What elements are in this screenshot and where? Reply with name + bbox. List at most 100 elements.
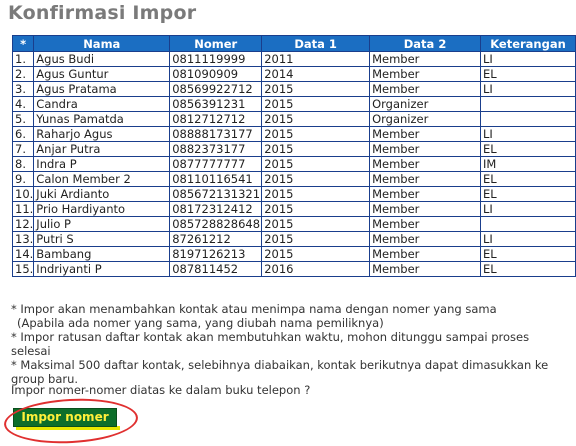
table-row: 4. Candra 0856391231 2015 Organizer (11, 96, 576, 112)
row-nama: Yunas Pamatda (33, 111, 171, 127)
column-header-data-2: Data 2 (369, 35, 481, 52)
row-data-1: 2016 (261, 261, 371, 277)
row-nomer: 8197126213 (169, 246, 263, 262)
table-row: 15. Indriyanti P 087811452 2016 Member EL (11, 261, 576, 277)
row-nama: Indra P (33, 156, 171, 172)
row-index: 4. (11, 96, 35, 112)
row-keterangan: LI (480, 231, 576, 247)
row-keterangan: EL (480, 171, 576, 187)
table-row: 10. Juki Ardianto 085672131321 2015 Member EL (11, 186, 576, 202)
row-nama: Putri S (33, 231, 171, 247)
table-row: 6. Raharjo Agus 08888173177 2015 Member LI (11, 126, 576, 142)
note-2: * Impor ratusan daftar kontak akan membu… (11, 330, 530, 358)
row-data-2: Member (369, 51, 481, 67)
row-index: 1. (11, 51, 35, 67)
contacts-table: * Nama Nomer Data 1 Data 2 Keterangan 1.… (11, 35, 576, 277)
note-1-detail: (Apabila ada nomer yang sama, yang diuba… (17, 316, 384, 330)
column-header-keterangan: Keterangan (480, 35, 576, 52)
row-keterangan (480, 111, 576, 127)
row-nama: Raharjo Agus (33, 126, 171, 142)
row-nomer: 87261212 (169, 231, 263, 247)
row-nama: Anjar Putra (33, 141, 171, 157)
row-index: 8. (11, 156, 35, 172)
table-row: 7. Anjar Putra 0882373177 2015 Member EL (11, 141, 576, 157)
row-data-1: 2015 (261, 141, 371, 157)
row-index: 7. (11, 141, 35, 157)
row-data-1: 2015 (261, 246, 371, 262)
import-question: Impor nomer-nomer diatas ke dalam buku t… (11, 383, 311, 397)
row-index: 11. (11, 201, 35, 217)
row-index: 12. (11, 216, 35, 232)
table-row: 12. Julio P 085728828648 2015 Member (11, 216, 576, 232)
row-data-2: Member (369, 186, 481, 202)
row-data-1: 2014 (261, 66, 371, 82)
row-data-1: 2015 (261, 126, 371, 142)
row-data-1: 2015 (261, 81, 371, 97)
row-nama: Agus Budi (33, 51, 171, 67)
row-nomer: 0811119999 (169, 51, 263, 67)
table-row: 5. Yunas Pamatda 0812712712 2015 Organizer (11, 111, 576, 127)
row-data-1: 2015 (261, 171, 371, 187)
row-data-2: Member (369, 141, 481, 157)
table-row: 1. Agus Budi 0811119999 2011 Member LI (11, 51, 576, 67)
column-header-index: * (11, 35, 35, 52)
row-data-1: 2015 (261, 156, 371, 172)
table-row: 8. Indra P 0877777777 2015 Member IM (11, 156, 576, 172)
table-row: 9. Calon Member 2 08110116541 2015 Member EL (11, 171, 576, 187)
row-data-2: Member (369, 201, 481, 217)
row-data-2: Member (369, 156, 481, 172)
row-index: 3. (11, 81, 35, 97)
row-index: 15. (11, 261, 35, 277)
row-keterangan: LI (480, 126, 576, 142)
row-keterangan: EL (480, 186, 576, 202)
page-title: Konfirmasi Impor (8, 2, 197, 24)
row-data-2: Member (369, 126, 481, 142)
row-data-2: Member (369, 216, 481, 232)
row-nomer: 08569922712 (169, 81, 263, 97)
row-nomer: 085728828648 (169, 216, 263, 232)
row-nomer: 08110116541 (169, 171, 263, 187)
row-nomer: 0877777777 (169, 156, 263, 172)
row-data-2: Member (369, 246, 481, 262)
table-row: 13. Putri S 87261212 2015 Member LI (11, 231, 576, 247)
row-data-2: Organizer (369, 111, 481, 127)
row-keterangan: EL (480, 261, 576, 277)
row-nomer: 0812712712 (169, 111, 263, 127)
row-nama: Juki Ardianto (33, 186, 171, 202)
row-nomer: 085672131321 (169, 186, 263, 202)
row-keterangan: EL (480, 246, 576, 262)
row-nama: Agus Pratama (33, 81, 171, 97)
row-keterangan: EL (480, 141, 576, 157)
row-nomer: 081090909 (169, 66, 263, 82)
table-row: 14. Bambang 8197126213 2015 Member EL (11, 246, 576, 262)
table-row: 3. Agus Pratama 08569922712 2015 Member LI (11, 81, 576, 97)
row-nomer: 0856391231 (169, 96, 263, 112)
column-header-nama: Nama (33, 35, 171, 52)
table-row: 2. Agus Guntur 081090909 2014 Member EL (11, 66, 576, 82)
row-nama: Julio P (33, 216, 171, 232)
note-1: * Impor akan menambahkan kontak atau men… (11, 302, 497, 316)
row-nama: Candra (33, 96, 171, 112)
note-3: * Maksimal 500 daftar kontak, selebihnya… (11, 358, 549, 386)
table-header-row: * Nama Nomer Data 1 Data 2 Keterangan (11, 35, 576, 52)
row-data-2: Member (369, 171, 481, 187)
row-data-1: 2015 (261, 111, 371, 127)
row-keterangan: LI (480, 81, 576, 97)
row-index: 9. (11, 171, 35, 187)
row-index: 13. (11, 231, 35, 247)
row-data-1: 2015 (261, 216, 371, 232)
row-index: 10. (11, 186, 35, 202)
row-nomer: 08888173177 (169, 126, 263, 142)
row-index: 5. (11, 111, 35, 127)
row-data-2: Member (369, 231, 481, 247)
column-header-nomer: Nomer (169, 35, 263, 52)
import-notes: * Impor akan menambahkan kontak atau men… (11, 302, 571, 386)
row-nama: Calon Member 2 (33, 171, 171, 187)
row-keterangan (480, 216, 576, 232)
row-nomer: 087811452 (169, 261, 263, 277)
column-header-data-1: Data 1 (261, 35, 371, 52)
row-keterangan: IM (480, 156, 576, 172)
table-row: 11. Prio Hardiyanto 08172312412 2015 Member L… (11, 201, 576, 217)
row-keterangan (480, 96, 576, 112)
row-data-2: Member (369, 66, 481, 82)
